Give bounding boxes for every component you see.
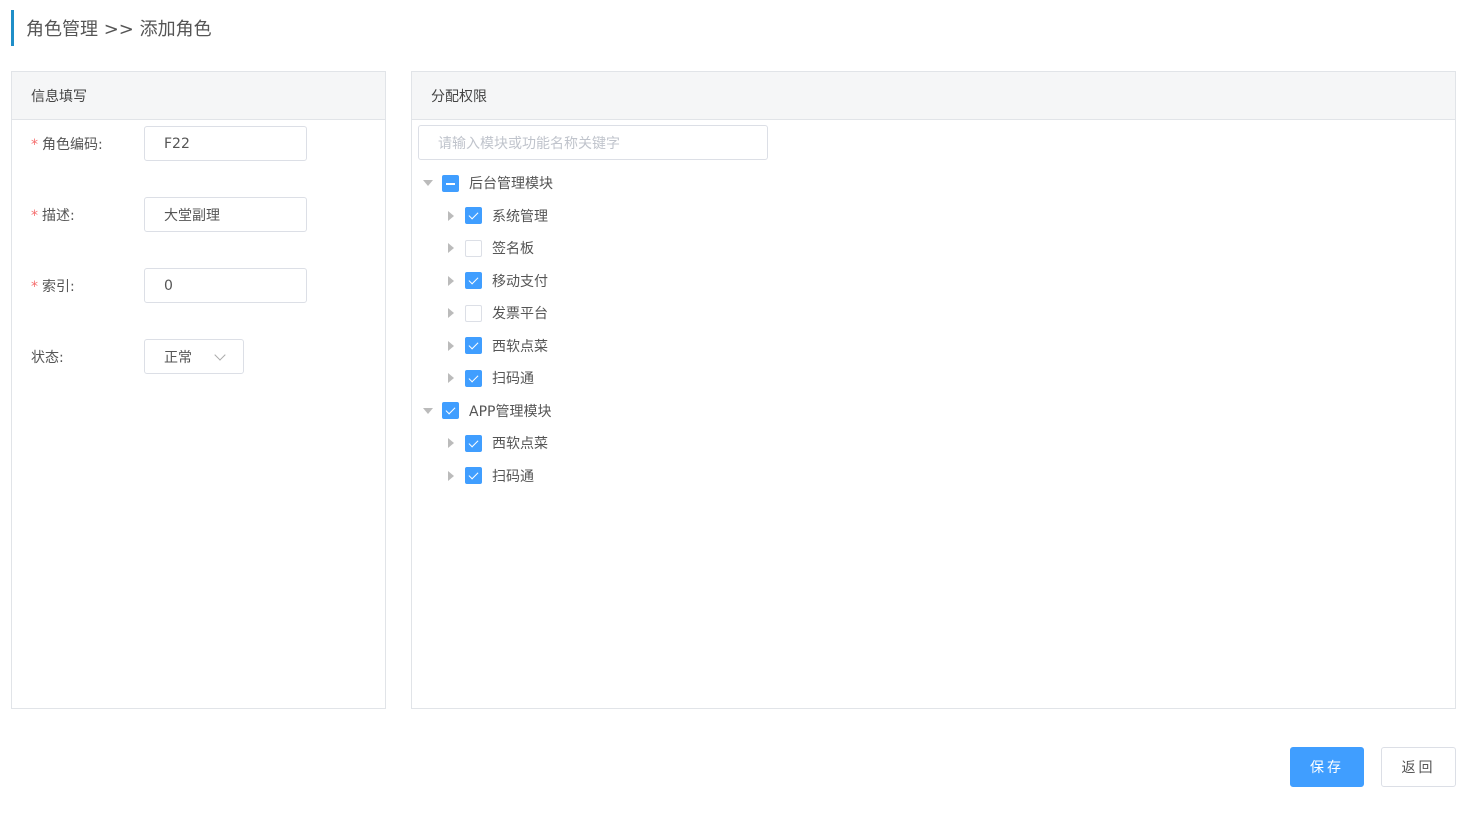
tree-node-checkbox[interactable] — [465, 434, 482, 452]
permission-panel-title: 分配权限 — [412, 72, 1455, 120]
caret-right-icon[interactable] — [445, 242, 457, 254]
caret-right-icon[interactable] — [445, 470, 457, 482]
tree-node[interactable]: 西软点菜 — [412, 330, 1455, 363]
status-row: 状态: 正常 — [31, 339, 244, 374]
tree-node[interactable]: 西软点菜 — [412, 427, 1455, 460]
required-mark: * — [31, 136, 38, 153]
description-label: * 描述: — [31, 207, 75, 224]
role-code-row: * 角色编码: F22 — [31, 126, 307, 161]
chevron-down-icon — [214, 348, 226, 361]
info-panel-title: 信息填写 — [12, 72, 385, 120]
caret-right-icon[interactable] — [445, 437, 457, 449]
breadcrumb: 角色管理 >> 添加角色 — [26, 19, 212, 40]
tree-node[interactable]: 扫码通 — [412, 362, 1455, 395]
tree-node[interactable]: 移动支付 — [412, 265, 1455, 298]
tree-node-checkbox[interactable] — [442, 402, 459, 420]
index-input[interactable]: 0 — [144, 268, 307, 303]
tree-node-label: 移动支付 — [492, 273, 548, 290]
role-code-input[interactable]: F22 — [144, 126, 307, 161]
status-label: 状态: — [31, 349, 64, 366]
caret-down-icon[interactable] — [422, 405, 434, 417]
description-input[interactable]: 大堂副理 — [144, 197, 307, 232]
status-select[interactable]: 正常 — [144, 339, 244, 374]
tree-node-checkbox[interactable] — [465, 304, 482, 322]
caret-right-icon[interactable] — [445, 210, 457, 222]
tree-node-checkbox[interactable] — [465, 239, 482, 257]
required-mark: * — [31, 278, 38, 295]
tree-node-label: 后台管理模块 — [469, 176, 553, 193]
tree-node-label: APP管理模块 — [469, 403, 552, 420]
index-label: * 索引: — [31, 278, 75, 295]
tree-node-label: 扫码通 — [492, 371, 534, 388]
caret-right-icon[interactable] — [445, 275, 457, 287]
tree-node[interactable]: APP管理模块 — [412, 395, 1455, 428]
tree-node-checkbox[interactable] — [465, 467, 482, 485]
index-row: * 索引: 0 — [31, 268, 307, 303]
save-button[interactable]: 保存 — [1290, 747, 1364, 787]
tree-node[interactable]: 后台管理模块 — [412, 167, 1455, 200]
tree-node-label: 系统管理 — [492, 208, 548, 225]
tree-node-checkbox[interactable] — [465, 337, 482, 355]
description-row: * 描述: 大堂副理 — [31, 197, 307, 232]
tree-node-label: 扫码通 — [492, 468, 534, 485]
tree-node-checkbox[interactable] — [465, 369, 482, 387]
permission-tree: 后台管理模块 系统管理 签名板 移动支付 发票平台 西软点菜 扫码通 APP管理模块 西软点菜扫… — [412, 167, 1455, 492]
back-button[interactable]: 返回 — [1381, 747, 1456, 787]
caret-right-icon[interactable] — [445, 372, 457, 384]
caret-down-icon[interactable] — [422, 177, 434, 189]
caret-right-icon[interactable] — [445, 307, 457, 319]
tree-node-label: 西软点菜 — [492, 436, 548, 453]
tree-node-label: 西软点菜 — [492, 338, 548, 355]
tree-node-checkbox[interactable] — [465, 272, 482, 290]
permission-search-input[interactable]: 请输入模块或功能名称关键字 — [418, 125, 768, 160]
required-mark: * — [31, 207, 38, 224]
tree-node-label: 发票平台 — [492, 306, 548, 323]
tree-node-label: 签名板 — [492, 241, 534, 258]
status-select-value: 正常 — [164, 349, 192, 366]
permission-panel: 分配权限 请输入模块或功能名称关键字 后台管理模块系统管理签名板移动支付发票平台… — [411, 71, 1456, 709]
page-header: 角色管理 >> 添加角色 — [11, 10, 212, 46]
role-code-label: * 角色编码: — [31, 136, 103, 153]
tree-node[interactable]: 签名板 — [412, 232, 1455, 265]
tree-node[interactable]: 系统管理 — [412, 200, 1455, 233]
caret-right-icon[interactable] — [445, 340, 457, 352]
info-panel: 信息填写 * 角色编码: F22 * 描述: 大堂副理 * 索引: 0 状态: 正常 — [11, 71, 386, 709]
tree-node-checkbox[interactable] — [465, 207, 482, 225]
tree-node[interactable]: 扫码通 — [412, 460, 1455, 493]
tree-node-checkbox[interactable] — [442, 174, 459, 192]
tree-node[interactable]: 发票平台 — [412, 297, 1455, 330]
